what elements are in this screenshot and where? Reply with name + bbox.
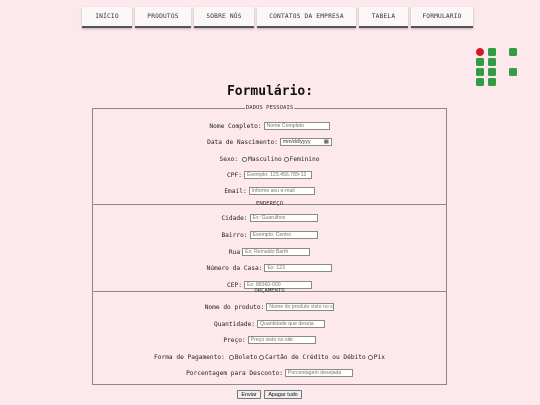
date-placeholder: mm/dd/yyyy bbox=[282, 139, 311, 145]
label-sexo: Sexo: bbox=[219, 155, 239, 163]
row-cpf: CPF: Exemplo: 123.456.789-12 bbox=[93, 170, 446, 180]
logo-square bbox=[476, 68, 484, 76]
label-produto: Nome do produto: bbox=[204, 303, 265, 311]
label-cpf: CPF: bbox=[227, 171, 242, 179]
row-quantidade: Quantidade: Quantidade que deseja bbox=[93, 319, 446, 329]
page-title: Formulário: bbox=[226, 84, 314, 99]
nav-item-contatos[interactable]: CONTATOS DA EMPRESA bbox=[257, 7, 356, 28]
nav-item-tabela[interactable]: TABELA bbox=[359, 7, 408, 28]
logo-square bbox=[509, 68, 517, 76]
label-quantidade: Quantidade: bbox=[214, 320, 255, 328]
produto-input[interactable]: Nome do produto visto no site bbox=[266, 303, 335, 311]
label-nascimento: Data de Nascimento: bbox=[207, 138, 278, 146]
label-cidade: Cidade: bbox=[221, 214, 248, 222]
row-bairro: Bairro: Exemplo: Centro bbox=[93, 230, 446, 240]
label-bairro: Bairro: bbox=[221, 231, 248, 239]
legend-orcamento: ORÇAMENTO bbox=[254, 288, 285, 294]
fieldset-endereco: ENDEREÇO Cidade: Ex: Guarulhos Bairro: E… bbox=[92, 201, 447, 292]
logo-square bbox=[488, 58, 496, 66]
radio-masculino[interactable] bbox=[242, 156, 248, 162]
fieldset-orcamento: ORÇAMENTO Nome do produto: Nome do produ… bbox=[92, 288, 447, 385]
row-nome: Nome Completo: Nome Completo bbox=[93, 121, 446, 131]
label-feminino: Feminino bbox=[289, 155, 320, 163]
label-masculino: Masculino bbox=[248, 155, 282, 163]
row-pagamento: Forma de Pagamento: Boleto Cartão de Cré… bbox=[93, 352, 446, 362]
radio-feminino[interactable] bbox=[283, 156, 289, 162]
label-boleto: Boleto bbox=[234, 353, 258, 361]
legend-endereco: ENDEREÇO bbox=[256, 201, 283, 207]
enviar-button[interactable]: Enviar bbox=[237, 390, 261, 399]
cidade-input[interactable]: Ex: Guarulhos bbox=[249, 214, 318, 222]
row-cidade: Cidade: Ex: Guarulhos bbox=[93, 213, 446, 223]
nav-item-inicio[interactable]: INÍCIO bbox=[82, 7, 132, 28]
label-email: Email: bbox=[224, 187, 247, 195]
quantidade-input[interactable]: Quantidade que deseja bbox=[256, 320, 325, 328]
label-desconto: Porcentagem para Desconto: bbox=[186, 369, 283, 377]
row-desconto: Porcentagem para Desconto: Porcentagem d… bbox=[93, 368, 446, 378]
nascimento-input[interactable]: mm/dd/yyyy ▦ bbox=[279, 138, 332, 146]
institution-logo bbox=[476, 48, 518, 88]
label-cartao: Cartão de Crédito ou Débito bbox=[265, 353, 366, 361]
logo-square bbox=[476, 58, 484, 66]
row-preco: Preço: Preço visto no site bbox=[93, 335, 446, 345]
nome-input[interactable]: Nome Completo bbox=[263, 122, 330, 130]
row-numero: Número da Casa: Ex: 123 bbox=[93, 263, 446, 273]
logo-red-dot bbox=[476, 48, 484, 56]
legend-dados-pessoais: DADOS PESSOAIS bbox=[245, 105, 294, 111]
nav-item-formulario[interactable]: FORMULARIO bbox=[411, 7, 473, 28]
apagar-tudo-button[interactable]: Apagar tudo bbox=[264, 390, 302, 399]
bairro-input[interactable]: Exemplo: Centro bbox=[249, 231, 318, 239]
label-nome: Nome Completo: bbox=[209, 122, 262, 130]
preco-input[interactable]: Preço visto no site bbox=[247, 336, 316, 344]
cpf-input[interactable]: Exemplo: 123.456.789-12 bbox=[243, 171, 312, 179]
radio-cartao[interactable] bbox=[259, 354, 265, 360]
row-rua: Rua Ex: Reinaldo Barth bbox=[93, 247, 446, 257]
rua-input[interactable]: Ex: Reinaldo Barth bbox=[242, 248, 311, 256]
email-input[interactable]: Informe seu e-mail bbox=[248, 187, 315, 195]
label-pix: Pix bbox=[373, 353, 385, 361]
row-email: Email: Informe seu e-mail bbox=[93, 186, 446, 196]
nav-item-sobre-nos[interactable]: SOBRE NÓS bbox=[194, 7, 254, 28]
label-rua: Rua bbox=[228, 248, 241, 256]
top-nav: INÍCIO PRODUTOS SOBRE NÓS CONTATOS DA EM… bbox=[0, 7, 540, 29]
numero-input[interactable]: Ex: 123 bbox=[264, 264, 333, 272]
logo-square bbox=[488, 68, 496, 76]
label-pagamento: Forma de Pagamento: bbox=[154, 353, 225, 361]
row-produto: Nome do produto: Nome do produto visto n… bbox=[93, 302, 446, 312]
row-sexo: Sexo: Masculino Feminino bbox=[93, 154, 446, 164]
logo-square bbox=[509, 48, 517, 56]
nav-item-produtos[interactable]: PRODUTOS bbox=[135, 7, 191, 28]
fieldset-dados-pessoais: DADOS PESSOAIS Nome Completo: Nome Compl… bbox=[92, 105, 447, 205]
label-numero: Número da Casa: bbox=[206, 264, 263, 272]
radio-boleto[interactable] bbox=[228, 354, 234, 360]
calendar-icon[interactable]: ▦ bbox=[324, 139, 329, 145]
row-nascimento: Data de Nascimento: mm/dd/yyyy ▦ bbox=[93, 137, 446, 147]
radio-pix[interactable] bbox=[367, 354, 373, 360]
label-preco: Preço: bbox=[223, 336, 246, 344]
desconto-input[interactable]: Porcentagem desejada bbox=[284, 369, 353, 377]
logo-square bbox=[488, 48, 496, 56]
